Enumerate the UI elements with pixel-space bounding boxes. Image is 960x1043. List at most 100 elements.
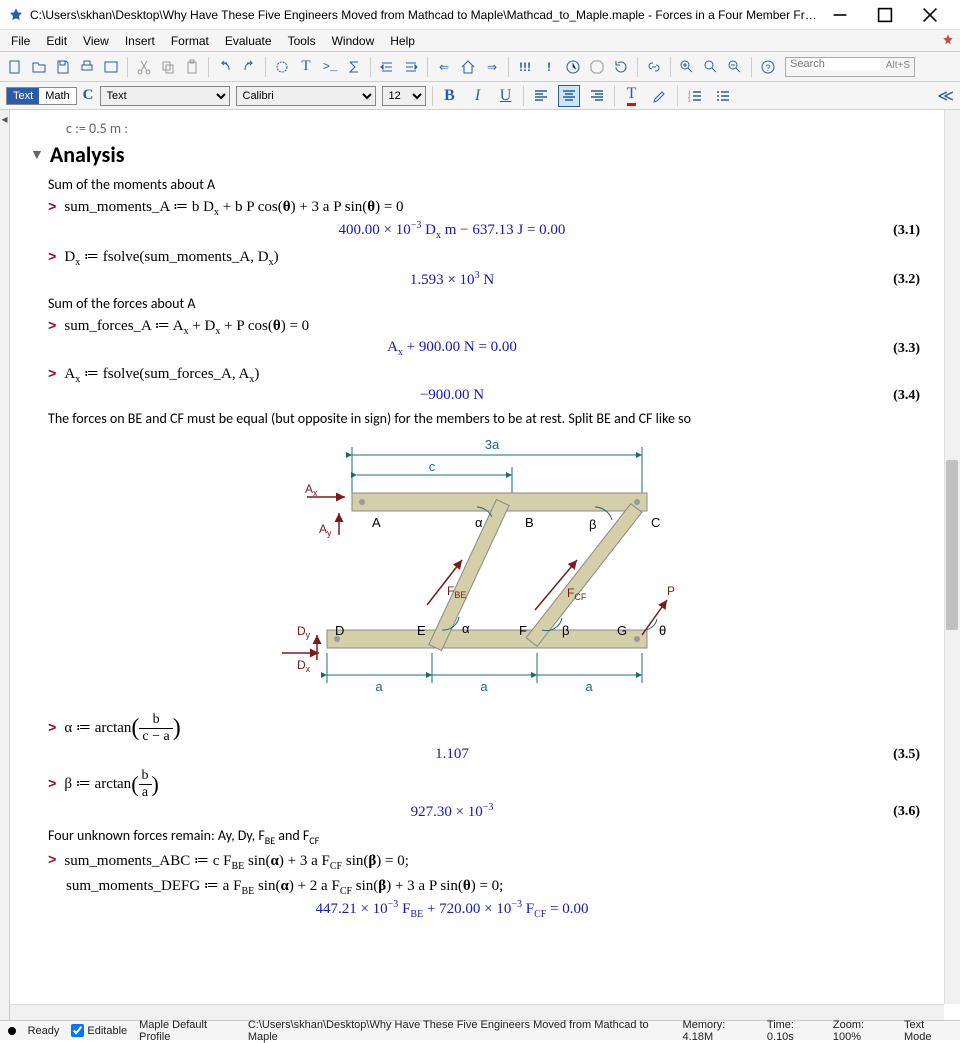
zoom-in-button[interactable] [676,56,698,78]
equation-button[interactable] [343,56,365,78]
editable-checkbox[interactable]: Editable [71,1024,127,1037]
zoom-out-icon [727,59,743,75]
menu-window[interactable]: Window [325,32,382,50]
search-box[interactable]: Alt+S [785,57,915,77]
outdent-button[interactable] [400,56,422,78]
section-button[interactable] [271,56,293,78]
mode-text-button[interactable]: Text [7,88,39,104]
style-select[interactable]: Text [100,86,230,106]
restart-button[interactable] [610,56,632,78]
svg-text:F: F [519,623,527,638]
math-output: 1.107 [30,746,874,763]
size-select[interactable]: 12 [382,86,426,106]
indent-button[interactable] [376,56,398,78]
underline-button[interactable]: U [495,85,517,107]
search-input[interactable] [790,58,880,70]
input-line[interactable]: sum_moments_DEFG ≔ a FBE sin(α) + 2 a FC… [66,876,924,897]
new-button[interactable] [4,56,26,78]
math-input[interactable]: sum_forces_A ≔ Ax + Dx + P cos(θ) = 0 [64,316,309,337]
save-button[interactable] [52,56,74,78]
indent-icon [379,59,395,75]
math-input[interactable]: α ≔ arctan(bc − a) [64,713,180,744]
paste-button[interactable] [181,56,203,78]
menu-evaluate[interactable]: Evaluate [218,32,279,50]
copy-button[interactable] [157,56,179,78]
maximize-button[interactable] [862,0,907,30]
align-right-button[interactable] [586,85,608,107]
status-indicator-icon [8,1027,16,1035]
menu-tools[interactable]: Tools [281,32,323,50]
section-twisty-icon[interactable]: ▼ [30,146,44,163]
status-profile: Maple Default Profile [139,1019,236,1043]
back-button[interactable]: ⇐ [433,56,455,78]
undo-button[interactable] [214,56,236,78]
debug-button[interactable] [562,56,584,78]
menu-format[interactable]: Format [164,32,216,50]
math-input[interactable]: sum_moments_A ≔ b Dx + b P cos(θ) + 3 a … [64,197,403,218]
prompt-button[interactable]: >_ [319,56,341,78]
stop-button[interactable] [586,56,608,78]
math-input[interactable]: sum_moments_DEFG ≔ a FBE sin(α) + 2 a FC… [66,876,503,897]
vertical-scrollbar[interactable] [944,110,960,1004]
cut-button[interactable] [133,56,155,78]
math-input[interactable]: Dx ≔ fsolve(sum_moments_A, Dx) [64,247,278,268]
font-color-button[interactable]: T [621,85,643,107]
help-button[interactable]: ? [757,56,779,78]
scrollbar-thumb[interactable] [946,460,958,630]
restart-icon [613,59,629,75]
redo-button[interactable] [238,56,260,78]
sigma-icon [346,59,362,75]
math-input[interactable]: β ≔ arctan(ba) [64,769,158,800]
zoom-reset-button[interactable] [700,56,722,78]
input-line[interactable]: >sum_forces_A ≔ Ax + Dx + P cos(θ) = 0 [48,316,924,337]
bold-button[interactable]: B [439,85,461,107]
execute-button[interactable]: ! [538,56,560,78]
diagram: 3a c Ax Ay FBE [267,435,687,705]
bullet-list-button[interactable] [712,85,734,107]
zoom-out-button[interactable] [724,56,746,78]
equation-number: (3.5) [874,747,924,763]
font-select[interactable]: Calibri [236,86,376,106]
align-center-button[interactable] [558,85,580,107]
text-button[interactable]: T [295,56,317,78]
collapse-ribbon-button[interactable]: ≪ [937,86,954,106]
forward-button[interactable]: ⇒ [481,56,503,78]
menu-help[interactable]: Help [383,32,422,50]
align-left-button[interactable] [530,85,552,107]
redo-icon [241,59,257,75]
editable-checkbox-input[interactable] [71,1024,84,1037]
svg-text:c: c [429,459,436,474]
italic-button[interactable]: I [467,85,489,107]
document-content[interactable]: c := 0.5 m : ▼ Analysis Sum of the momen… [10,110,944,1004]
highlight-button[interactable] [649,85,671,107]
separator [751,57,752,77]
input-line[interactable]: >sum_moments_ABC ≔ c FBE sin(α) + 3 a FC… [48,851,924,872]
execute-all-button[interactable]: !!! [514,56,536,78]
cloud-button[interactable] [643,56,665,78]
mode-math-button[interactable]: Math [39,88,75,104]
math-input[interactable]: Ax ≔ fsolve(sum_forces_A, Ax) [64,364,259,385]
code-button[interactable] [100,56,122,78]
menu-view[interactable]: View [76,32,116,50]
numbered-list-button[interactable]: 123 [684,85,706,107]
input-line[interactable]: >Dx ≔ fsolve(sum_moments_A, Dx) [48,247,924,268]
left-panel-handle[interactable]: ◂ [0,110,10,1020]
print-button[interactable] [76,56,98,78]
menu-insert[interactable]: Insert [118,32,162,50]
input-line[interactable]: >α ≔ arctan(bc − a) [48,713,924,744]
open-button[interactable] [28,56,50,78]
input-line[interactable]: >sum_moments_A ≔ b Dx + b P cos(θ) + 3 a… [48,197,924,218]
close-button[interactable] [907,0,952,30]
status-zoom[interactable]: Zoom: 100% [833,1019,892,1043]
svg-text:Ay: Ay [319,522,332,538]
menu-edit[interactable]: Edit [39,32,74,50]
math-input[interactable]: sum_moments_ABC ≔ c FBE sin(α) + 3 a FCF… [64,851,409,872]
home-button[interactable] [457,56,479,78]
menu-file[interactable]: File [4,32,37,50]
input-line[interactable]: >β ≔ arctan(ba) [48,769,924,800]
minimize-button[interactable] [817,0,862,30]
cut-icon [136,59,152,75]
svg-text:?: ? [765,63,770,73]
section-title: Analysis [50,141,125,168]
input-line[interactable]: >Ax ≔ fsolve(sum_forces_A, Ax) [48,364,924,385]
